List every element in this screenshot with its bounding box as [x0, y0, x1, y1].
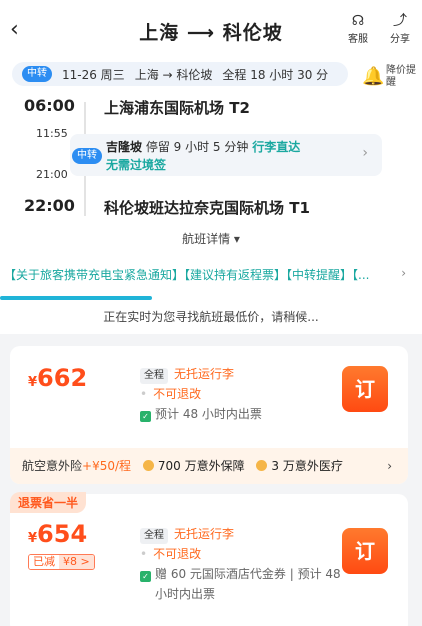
visa-info: 无需过境签 [106, 158, 167, 172]
transfer-badge: 中转 [72, 148, 102, 164]
check-icon: ✓ [140, 571, 151, 582]
discount-badge[interactable]: 已减 ¥8 > [28, 554, 95, 570]
discount-label: 已减 [29, 555, 59, 569]
notice-text: 【关于旅客携带充电宝紧急通知】【建议持有返程票】【中转提醒】【... [4, 268, 370, 282]
flight-detail-toggle[interactable]: 航班详情 ▾ [0, 230, 422, 247]
search-progress-bar [0, 296, 152, 300]
baggage-info: 无托运行李 [174, 527, 235, 541]
chevron-right-icon: › [395, 266, 406, 280]
currency-symbol: ¥ [28, 375, 38, 390]
transfer-depart-time: 21:00 [36, 168, 68, 181]
fare-conditions: 全程 无托运行李 • 不可退改 ✓ 赠 60 元国际酒店代金券 | 预计 48 小时内… [140, 524, 341, 604]
price-alert-button[interactable]: 🔔 降价提醒 [360, 62, 422, 92]
chevron-right-icon: › [362, 145, 368, 161]
refund-policy: 不可退改 [153, 387, 202, 401]
insurance-upsell[interactable]: 航空意外险+¥50/程 700 万意外保障 3 万意外医疗 › [10, 448, 408, 484]
trip-date: 11-26 周三 [62, 67, 125, 82]
ticketing-info: 赠 60 元国际酒店代金券 | 预计 48 [155, 567, 341, 581]
scope-tag: 全程 [140, 528, 168, 544]
trip-summary-bar: 中转 11-26 周三 上海 → 科伦坡 全程 18 小时 30 分 [12, 62, 348, 86]
arrival-time: 22:00 [24, 196, 75, 215]
top-nav: ‹ 上海 ⟶ 科伦坡 ☊ 客服 ⤴ 分享 [0, 0, 422, 62]
fare-card[interactable]: ¥662 全程 无托运行李 • 不可退改 ✓ 预计 48 小时内出票 订 航空意外险+… [10, 346, 408, 484]
book-button[interactable]: 订 [342, 528, 388, 574]
discount-value: ¥8 > [59, 555, 94, 569]
transfer-badge: 中转 [22, 66, 52, 82]
dot-icon: • [140, 387, 148, 401]
transfer-stay: 停留 9 小时 5 分钟 [145, 140, 249, 154]
share-icon: ⤴ [393, 13, 407, 29]
fare-price: ¥662 [28, 364, 87, 392]
insurance-benefit: 700 万意外保障 [157, 459, 245, 473]
chevron-right-icon: › [387, 459, 392, 473]
trip-duration: 全程 18 小时 30 分 [222, 67, 329, 82]
departure-airport: 上海浦东国际机场 T2 [104, 99, 250, 117]
refund-policy: 不可退改 [153, 547, 202, 561]
fare-card[interactable]: 退票省一半 ¥654 已减 ¥8 > 全程 无托运行李 • 不可退改 ✓ 赠 60 元国… [10, 492, 408, 626]
insurance-benefit: 3 万意外医疗 [271, 459, 343, 473]
ticketing-info: 预计 48 小时内出票 [155, 407, 262, 421]
customer-service-label: 客服 [348, 34, 368, 45]
arrival-airport: 科伦坡班达拉奈克国际机场 T1 [104, 199, 310, 217]
ticketing-info-cont: 小时内出票 [155, 587, 216, 601]
check-icon: ✓ [140, 411, 151, 422]
insurance-title: 航空意外险 [22, 459, 83, 473]
searching-text: 正在实时为您寻找航班最低价，请稍候... [103, 310, 319, 324]
insurance-price: +¥50/程 [82, 459, 132, 473]
customer-service-button[interactable]: ☊ 客服 [341, 12, 375, 45]
transfer-city: 吉隆坡 [106, 140, 143, 154]
bell-icon: 🔔 [362, 66, 385, 87]
book-button[interactable]: 订 [342, 366, 388, 412]
baggage-info: 无托运行李 [174, 367, 235, 381]
price-value: 654 [37, 520, 88, 548]
promo-tag: 退票省一半 [10, 492, 87, 513]
headset-icon: ☊ [351, 13, 365, 29]
transfer-info-card[interactable]: 中转 吉隆坡 停留 9 小时 5 分钟 行李直达 无需过境签 › [70, 134, 382, 176]
fare-conditions: 全程 无托运行李 • 不可退改 ✓ 预计 48 小时内出票 [140, 364, 262, 424]
luggage-through: 行李直达 [252, 140, 301, 154]
price-value: 662 [37, 364, 88, 392]
flight-itinerary: 06:00 上海浦东国际机场 T2 11:55 中转 吉隆坡 停留 9 小时 5… [0, 92, 422, 228]
transfer-arrive-time: 11:55 [36, 127, 68, 140]
shield-icon [256, 460, 268, 471]
share-label: 分享 [390, 34, 410, 45]
price-alert-label: 降价提醒 [386, 65, 416, 88]
departure-time: 06:00 [24, 96, 75, 115]
fare-price: ¥654 [28, 520, 87, 548]
notice-banner[interactable]: 【关于旅客携带充电宝紧急通知】【建议持有返程票】【中转提醒】【... › [0, 266, 422, 286]
scope-tag: 全程 [140, 368, 168, 384]
share-button[interactable]: ⤴ 分享 [383, 12, 417, 45]
currency-symbol: ¥ [28, 531, 38, 546]
dot-icon: • [140, 547, 148, 561]
shield-icon [142, 460, 154, 471]
trip-route: 上海 → 科伦坡 [134, 67, 213, 82]
